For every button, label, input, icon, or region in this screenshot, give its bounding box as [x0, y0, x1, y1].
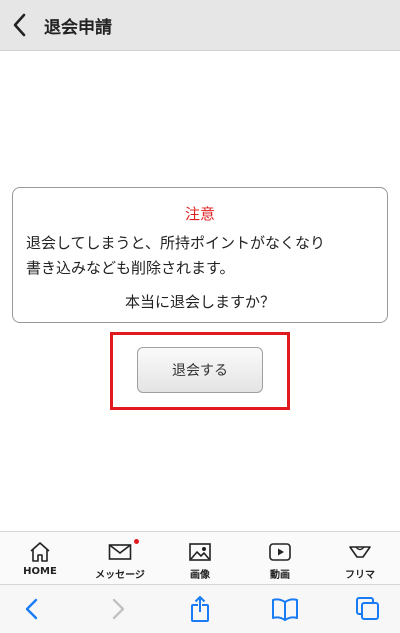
notice-body: 退会してしまうと、所持ポイントがなくなり 書き込みなども削除されます。: [26, 231, 378, 281]
tab-video[interactable]: 動画: [240, 532, 320, 584]
notice-line-1: 退会してしまうと、所持ポイントがなくなり: [26, 234, 325, 252]
home-icon: [30, 542, 50, 562]
tab-message[interactable]: メッセージ: [80, 532, 160, 584]
browser-tabs-button[interactable]: [352, 595, 382, 623]
withdraw-button[interactable]: 退会する: [137, 347, 263, 393]
notice-line-2: 書き込みなども削除されます。: [26, 259, 235, 277]
notice-title: 注意: [184, 205, 215, 223]
share-icon: [191, 596, 209, 622]
notification-dot: [134, 539, 139, 544]
back-arrow-icon: [25, 598, 38, 620]
image-icon: [189, 543, 211, 561]
forward-arrow-icon: [112, 598, 125, 620]
chevron-left-icon: [13, 13, 26, 37]
browser-bookmarks-button[interactable]: [270, 595, 300, 623]
page-title: 退会申請: [44, 18, 112, 38]
tab-home[interactable]: HOME: [0, 532, 80, 584]
tab-image-label: 画像: [190, 570, 210, 581]
bookmarks-icon: [272, 598, 298, 621]
tab-flea-market[interactable]: フリマ: [320, 532, 400, 584]
warning-notice: 注意 退会してしまうと、所持ポイントがなくなり 書き込みなども削除されます。 本…: [12, 187, 388, 323]
video-icon: [269, 543, 291, 561]
tab-video-label: 動画: [270, 570, 290, 581]
browser-toolbar: [0, 584, 400, 633]
tab-flea-market-label: フリマ: [345, 570, 375, 581]
tabs-icon: [356, 597, 379, 620]
mail-icon: [108, 544, 132, 560]
tab-home-label: HOME: [23, 566, 57, 577]
browser-forward-button[interactable]: [102, 595, 132, 623]
back-button[interactable]: [10, 12, 30, 38]
confirm-question: 本当に退会しますか？: [124, 293, 275, 311]
flea-market-icon: [349, 546, 371, 558]
tab-message-label: メッセージ: [95, 570, 145, 581]
browser-share-button[interactable]: [185, 595, 215, 623]
app-header: 退会申請: [0, 0, 400, 51]
app-tab-bar: HOME メッセージ 画像 動画 フリマ: [0, 531, 400, 584]
tab-image[interactable]: 画像: [160, 532, 240, 584]
browser-back-button[interactable]: [18, 595, 48, 623]
